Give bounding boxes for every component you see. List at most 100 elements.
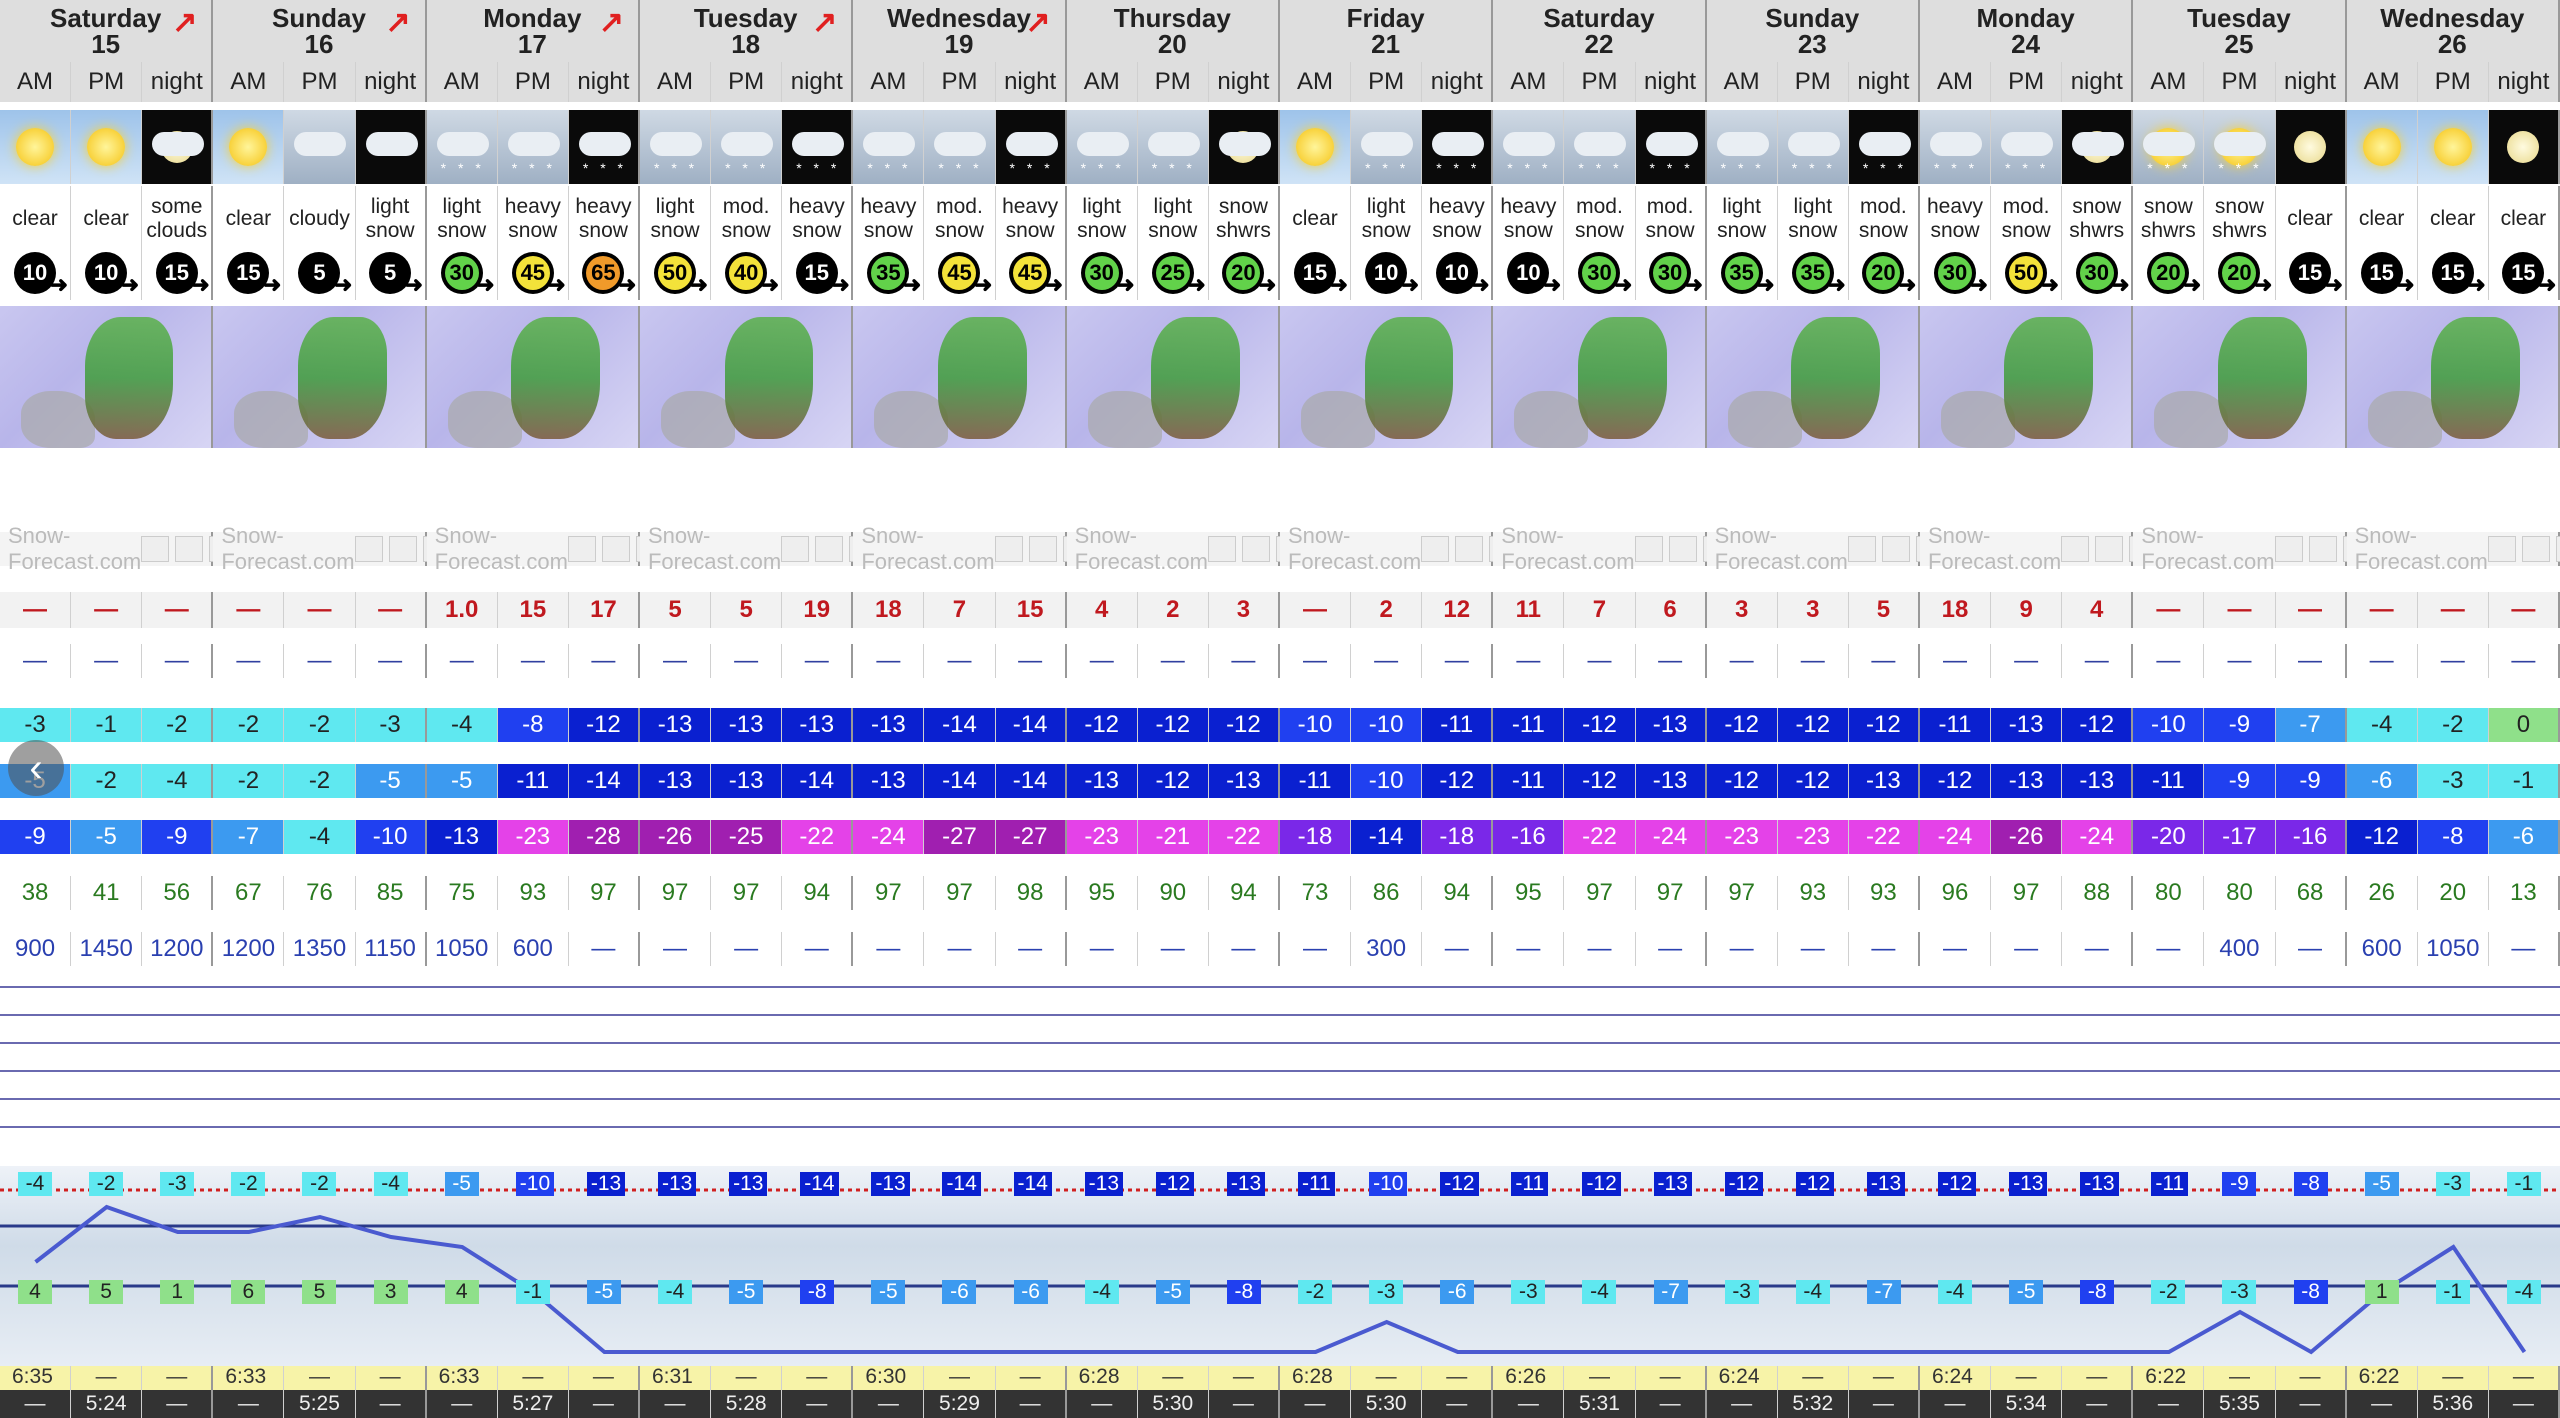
day-header[interactable]: Sunday 16 ↗ (213, 0, 427, 62)
wind-badge: 30 ➜ (1649, 252, 1703, 297)
brand-label: Snow-Forecast.com (8, 523, 142, 574)
expand-arrow-icon[interactable]: ↗ (386, 8, 411, 38)
temp-max-cell: -2 (142, 708, 214, 742)
rain-cell: — (569, 644, 640, 678)
freezing-level-cell: — (1636, 932, 1707, 966)
freezing-level-cell: — (1849, 932, 1920, 966)
humidity-cell: 93 (498, 876, 569, 910)
temp-min-cell: -11 (1279, 764, 1352, 798)
map-swap-button[interactable] (1455, 536, 1484, 562)
day-header[interactable]: Thursday 20 (1066, 0, 1280, 62)
map-zoom-button[interactable] (2487, 536, 2516, 562)
wind-chill-cell: -22 (1208, 820, 1280, 854)
expand-arrow-icon[interactable]: ↗ (1026, 8, 1051, 38)
snow-map[interactable] (1279, 306, 1494, 448)
map-swap-button[interactable] (2308, 536, 2337, 562)
base-temp: -4 (1795, 1280, 1830, 1304)
wind-cell: 15 ➜ (2347, 246, 2418, 300)
wind-chill-cell: -24 (1635, 820, 1707, 854)
day-header[interactable]: Tuesday 18 ↗ (639, 0, 854, 62)
temp-min-cell: -12 (1137, 764, 1209, 798)
temp-min-cell: -14 (782, 764, 854, 798)
freezing-level-cell: — (2489, 932, 2560, 966)
map-zoom-button[interactable] (994, 536, 1023, 562)
map-swap-button[interactable] (601, 536, 630, 562)
map-zoom-button[interactable] (2061, 536, 2090, 562)
snow-map[interactable] (1066, 306, 1280, 448)
brand-label: Snow-Forecast.com (1501, 523, 1635, 574)
map-swap-button[interactable] (1668, 536, 1697, 562)
day-header[interactable]: Wednesday 19 ↗ (853, 0, 1067, 62)
day-header[interactable]: Monday 17 ↗ (426, 0, 640, 62)
day-header[interactable]: Friday 21 (1279, 0, 1494, 62)
day-header[interactable]: Sunday 23 (1706, 0, 1920, 62)
map-zoom-button[interactable] (1847, 536, 1876, 562)
weather-cell: snow shwrs (1209, 186, 1280, 252)
map-zoom-button[interactable] (567, 536, 596, 562)
snow-map[interactable] (2133, 306, 2347, 448)
map-zoom-button[interactable] (2274, 536, 2303, 562)
day-header[interactable]: Saturday 15 ↗ (0, 0, 214, 62)
summit-temp: -11 (2151, 1172, 2189, 1196)
period-cell: PM (924, 62, 996, 102)
day-header[interactable]: Wednesday 26 (2346, 0, 2560, 62)
snowfall-cell: 7 (924, 592, 996, 628)
expand-arrow-icon[interactable]: ↗ (599, 8, 624, 38)
base-temp: 5 (302, 1280, 337, 1304)
sunrise-cell: 6:24 (1919, 1362, 1992, 1392)
map-swap-button[interactable] (388, 536, 417, 562)
base-temp: -8 (2293, 1280, 2328, 1304)
snow-map[interactable] (2346, 306, 2560, 448)
humidity-cell: 97 (711, 876, 783, 910)
freezing-level-cell: — (1138, 932, 1209, 966)
day-header[interactable]: Saturday 22 (1493, 0, 1707, 62)
wind-cell: 10 ➜ (1351, 246, 1423, 300)
prev-arrow-button[interactable]: ‹ (8, 740, 64, 796)
snow-map[interactable] (639, 306, 854, 448)
humidity-cell: 97 (569, 876, 640, 910)
map-zoom-button[interactable] (1634, 536, 1663, 562)
map-zoom-button[interactable] (141, 536, 170, 562)
wind-badge: 15 ➜ (2431, 252, 2486, 297)
base-temp: -2 (1298, 1280, 1332, 1304)
weather-cell: heavy snow (1493, 186, 1565, 252)
brand-label: Snow-Forecast.com (2354, 523, 2488, 574)
summit-temp: -13 (586, 1172, 626, 1196)
day-header[interactable]: Tuesday 25 (2133, 0, 2347, 62)
map-zoom-button[interactable] (354, 536, 383, 562)
map-zoom-button[interactable] (1207, 536, 1236, 562)
humidity-cell: 94 (1422, 876, 1494, 910)
weather-cell: light snow (1778, 186, 1849, 252)
day-header[interactable]: Monday 24 (1919, 0, 2134, 62)
snow-map[interactable] (1493, 306, 1707, 448)
map-swap-button[interactable] (1881, 536, 1910, 562)
wind-badge: 10 ➜ (1507, 252, 1561, 297)
snow-map[interactable] (853, 306, 1067, 448)
map-settings-button[interactable] (2555, 536, 2560, 562)
map-swap-button[interactable] (1028, 536, 1057, 562)
map-swap-button[interactable] (1241, 536, 1270, 562)
snow-map[interactable] (213, 306, 427, 448)
expand-arrow-icon[interactable]: ↗ (172, 8, 197, 38)
humidity-cell: 68 (2276, 876, 2347, 910)
map-swap-button[interactable] (175, 536, 204, 562)
period-cell: AM (1919, 62, 1992, 102)
rain-cell: — (711, 644, 783, 678)
wind-cell: 15 ➜ (1280, 246, 1352, 300)
rain-cell: — (2489, 644, 2560, 678)
map-swap-button[interactable] (815, 536, 844, 562)
snow-map[interactable] (0, 306, 214, 448)
snow-map[interactable] (426, 306, 640, 448)
map-swap-button[interactable] (2521, 536, 2550, 562)
map-swap-button[interactable] (2095, 536, 2124, 562)
wind-cell: 20 ➜ (1849, 246, 1920, 300)
map-zoom-button[interactable] (1421, 536, 1450, 562)
sunset-cell: — (142, 1390, 214, 1418)
temp-min-cell: -12 (1706, 764, 1778, 798)
expand-arrow-icon[interactable]: ↗ (812, 8, 837, 38)
humidity-cell: 97 (853, 876, 925, 910)
snow-map[interactable] (1919, 306, 2134, 448)
weather-cell: mod. snow (1564, 186, 1636, 252)
snow-map[interactable] (1706, 306, 1920, 448)
map-zoom-button[interactable] (781, 536, 810, 562)
